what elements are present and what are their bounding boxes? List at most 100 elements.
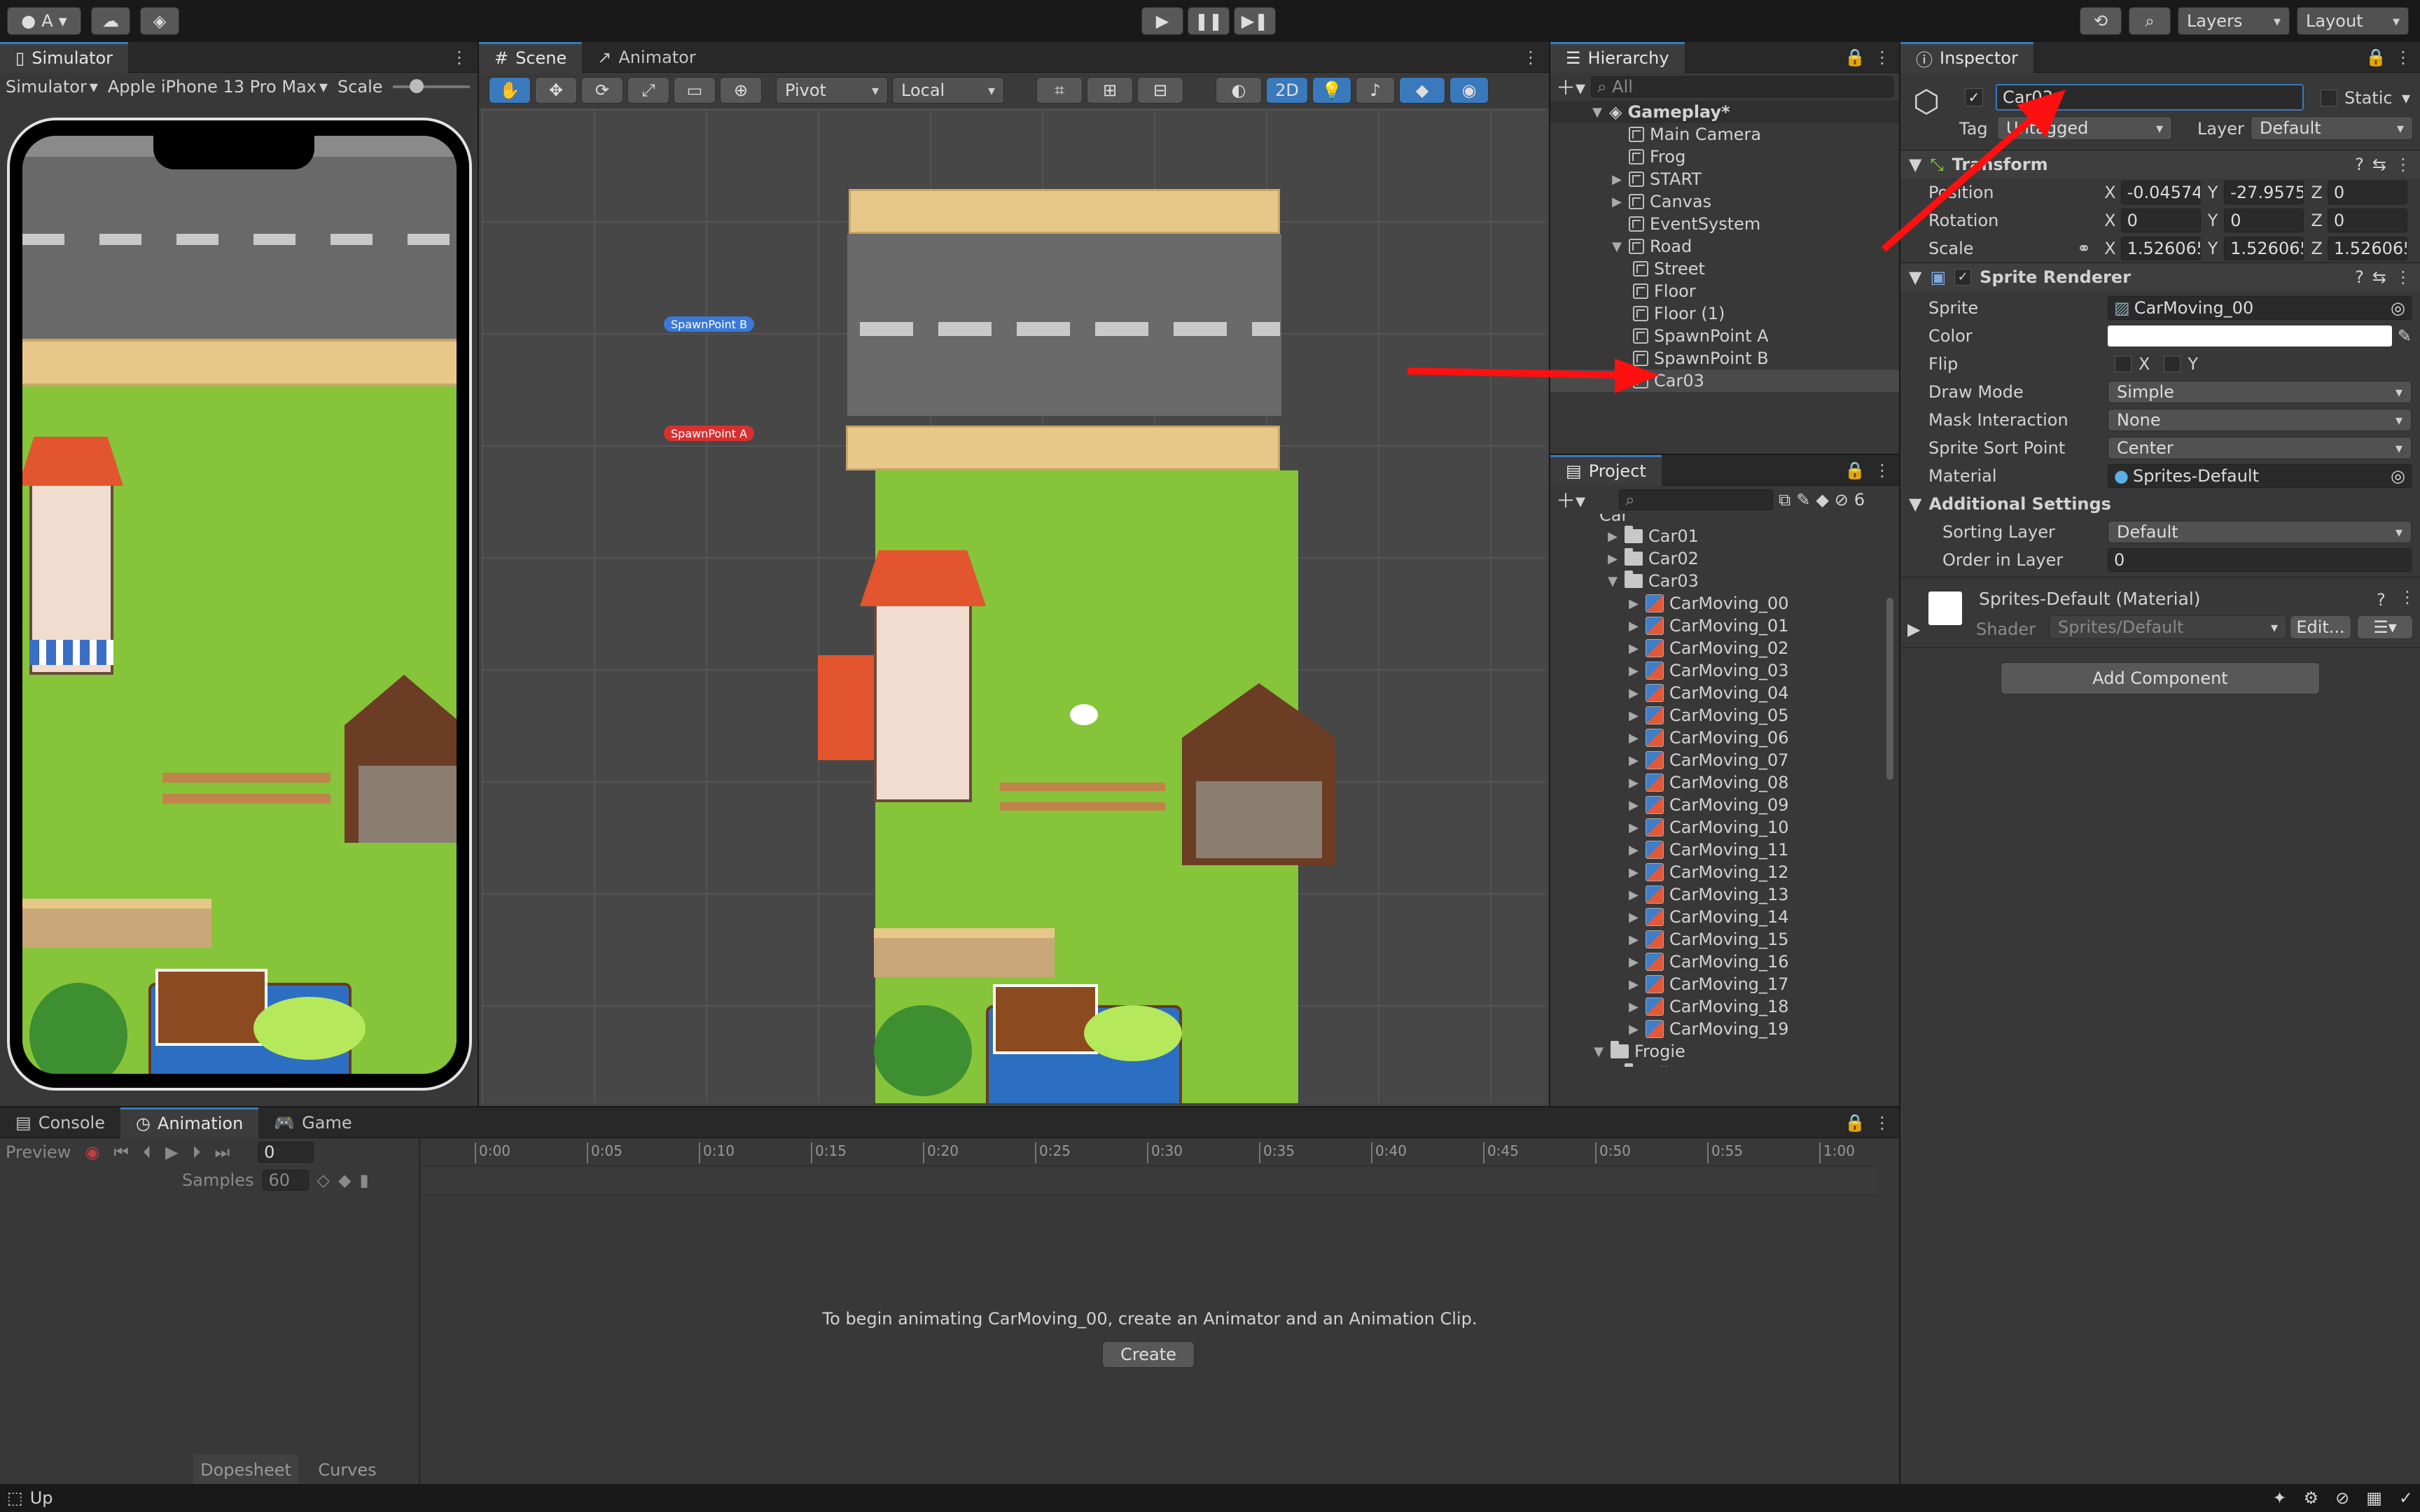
add-component-button[interactable]: Add Component <box>2001 662 2320 694</box>
project-sprite[interactable]: ▶ CarMoving_04 <box>1550 682 1899 704</box>
rect-tool-button[interactable]: ▭ <box>674 77 716 104</box>
scale-x-field[interactable]: 1.526065 <box>2120 237 2201 260</box>
rotation-y-field[interactable]: 0 <box>2224 209 2304 232</box>
sort-point-dropdown[interactable]: Center <box>2108 437 2412 459</box>
project-sprite[interactable]: ▶ CarMoving_14 <box>1550 906 1899 928</box>
hierarchy-item[interactable]: SpawnPoint B <box>1591 347 1899 370</box>
order-in-layer-field[interactable]: 0 <box>2108 548 2412 572</box>
expand-icon[interactable]: ▼ <box>1591 105 1604 120</box>
expand-icon[interactable]: ▶ <box>1627 641 1640 656</box>
tab-inspector[interactable]: ⓘ Inspector <box>1900 41 2033 73</box>
hierarchy-item[interactable]: Floor <box>1591 280 1899 302</box>
preset-icon[interactable]: ⇆ <box>2372 155 2386 174</box>
layout-dropdown[interactable]: Layout <box>2297 7 2409 35</box>
more-icon[interactable]: ⋮ <box>2395 155 2412 174</box>
object-picker-icon[interactable]: ◎ <box>2391 466 2405 486</box>
project-sprite[interactable]: ▶ CarMoving_12 <box>1550 861 1899 883</box>
edit-shader-button[interactable]: Edit... <box>2290 615 2351 639</box>
hierarchy-search-input[interactable]: ⌕ All <box>1591 76 1893 97</box>
foldout-icon[interactable]: ▼ <box>1909 155 1921 174</box>
grid-visibility-button[interactable]: ⊞ <box>1087 77 1133 104</box>
expand-icon[interactable]: ▶ <box>1627 888 1640 902</box>
draw-mode-dropdown[interactable]: Simple <box>2108 381 2412 403</box>
project-sprite[interactable]: ▶ CarMoving_09 <box>1550 794 1899 816</box>
folder-car[interactable]: Car <box>1550 514 1899 525</box>
dopesheet-tab[interactable]: Dopesheet <box>193 1455 298 1485</box>
color-swatch[interactable] <box>2108 326 2392 346</box>
check-icon[interactable]: ✓ <box>2399 1488 2413 1508</box>
expand-icon[interactable]: ▶ <box>1611 195 1623 209</box>
add-icon[interactable]: ＋▾ <box>1556 73 1585 101</box>
curves-tab[interactable]: Curves <box>298 1455 396 1485</box>
pivot-dropdown[interactable]: Pivot <box>776 77 888 104</box>
additional-settings-foldout[interactable]: ▼ Additional Settings <box>1909 490 2412 518</box>
tab-hierarchy[interactable]: ☰ Hierarchy <box>1550 41 1685 73</box>
cloud-button[interactable]: ☁ <box>91 7 130 35</box>
project-sprite[interactable]: ▶ CarMoving_07 <box>1550 749 1899 771</box>
scale-slider[interactable] <box>392 79 470 93</box>
expand-icon[interactable]: ▶ <box>1627 798 1640 813</box>
project-folder[interactable]: ▼ Car03 <box>1550 570 1899 592</box>
enabled-checkbox[interactable]: ✓ <box>1954 269 1972 286</box>
more-icon[interactable]: ⋮ <box>1874 48 1891 67</box>
expand-icon[interactable]: ▶ <box>1627 1022 1640 1037</box>
lock-icon[interactable]: 🔒 <box>1844 461 1865 480</box>
2d-toggle[interactable]: 2D <box>1266 77 1308 104</box>
preview-toggle[interactable]: Preview <box>6 1142 71 1162</box>
search-button[interactable]: ⌕ <box>2129 7 2171 35</box>
preset-icon[interactable]: ⇆ <box>2372 267 2386 287</box>
layers-dropdown[interactable]: Layers <box>2178 7 2290 35</box>
step-button[interactable]: ▶❚ <box>1234 7 1276 35</box>
hand-tool-button[interactable]: ✋ <box>489 77 531 104</box>
record-icon[interactable]: ◉ <box>85 1142 99 1162</box>
hierarchy-item[interactable]: Car03 <box>1550 370 1899 392</box>
more-icon[interactable]: ⋮ <box>1874 461 1891 480</box>
move-tool-button[interactable]: ✥ <box>535 77 577 104</box>
project-sprite[interactable]: ▶ CarMoving_18 <box>1550 995 1899 1018</box>
timeline-ruler[interactable]: 0:00 0:05 0:10 0:15 0:20 0:25 0:30 0:35 0:40 0:45… <box>422 1138 1878 1166</box>
last-key-icon[interactable]: ⏭ <box>214 1142 230 1162</box>
next-key-icon[interactable]: ⏵ <box>192 1142 200 1162</box>
tag-dropdown[interactable]: Untagged <box>1997 116 2172 140</box>
project-search-input[interactable]: ⌕ <box>1619 489 1774 510</box>
tab-simulator[interactable]: ▯ Simulator <box>0 41 129 73</box>
hierarchy-item[interactable]: Street <box>1591 258 1899 280</box>
expand-icon[interactable]: ▶ <box>1627 686 1640 701</box>
expand-icon[interactable]: ▶ <box>1627 619 1640 634</box>
lock-icon[interactable]: 🔒 <box>1844 48 1865 67</box>
expand-icon[interactable]: ▶ <box>1627 708 1640 723</box>
project-folder[interactable]: ▶ Car01 <box>1550 525 1899 547</box>
expand-icon[interactable]: ▶ <box>1627 820 1640 835</box>
tab-project[interactable]: ▤ Project <box>1550 454 1662 486</box>
hierarchy-item[interactable]: Frog <box>1591 146 1899 168</box>
project-sprite[interactable]: ▶ CarMoving_16 <box>1550 951 1899 973</box>
filter-type-icon[interactable]: ⧉ <box>1779 490 1790 510</box>
play-button[interactable]: ▶ <box>1141 7 1183 35</box>
tab-animator[interactable]: ↗ Animator <box>582 42 711 73</box>
create-button[interactable]: Create <box>1102 1341 1195 1368</box>
object-picker-icon[interactable]: ◎ <box>2391 298 2405 318</box>
hidden-packages-icon[interactable]: ⊘ <box>1835 490 1849 510</box>
lighting-toggle[interactable]: 💡 <box>1312 77 1351 104</box>
hierarchy-item[interactable]: EventSystem <box>1591 213 1899 235</box>
cache-icon[interactable]: ▦ <box>2366 1488 2382 1508</box>
tab-game[interactable]: 🎮 Game <box>258 1107 367 1138</box>
project-folder[interactable]: ▼ Frogie <box>1550 1040 1899 1063</box>
add-icon[interactable]: ＋▾ <box>1556 486 1585 514</box>
sprite-renderer-header[interactable]: ▼ ▣ ✓ Sprite Renderer ? ⇆ ⋮ <box>1900 263 2420 291</box>
hierarchy-item[interactable]: Floor (1) <box>1591 302 1899 325</box>
first-key-icon[interactable]: ⏮ <box>113 1142 129 1162</box>
filter-label-icon[interactable]: ✎ <box>1796 490 1810 510</box>
more-icon[interactable]: ⋮ <box>1874 1113 1891 1133</box>
history-button[interactable]: ⟲ <box>2080 7 2122 35</box>
scene-viewport[interactable]: SpawnPoint B SpawnPoint A <box>482 109 1546 1103</box>
project-sprite[interactable]: ▶ CarMoving_17 <box>1550 973 1899 995</box>
more-icon[interactable]: ⋮ <box>451 48 468 67</box>
tab-scene[interactable]: # Scene <box>479 41 583 73</box>
scale-tool-button[interactable]: ⤢ <box>627 77 669 104</box>
position-z-field[interactable]: 0 <box>2327 181 2407 204</box>
expand-icon[interactable]: ▶ <box>1627 596 1640 611</box>
foldout-icon[interactable]: ▶ <box>1907 620 1920 639</box>
sprite-field[interactable]: ▨ CarMoving_00 ◎ <box>2108 296 2412 320</box>
expand-icon[interactable]: ▶ <box>1627 731 1640 746</box>
